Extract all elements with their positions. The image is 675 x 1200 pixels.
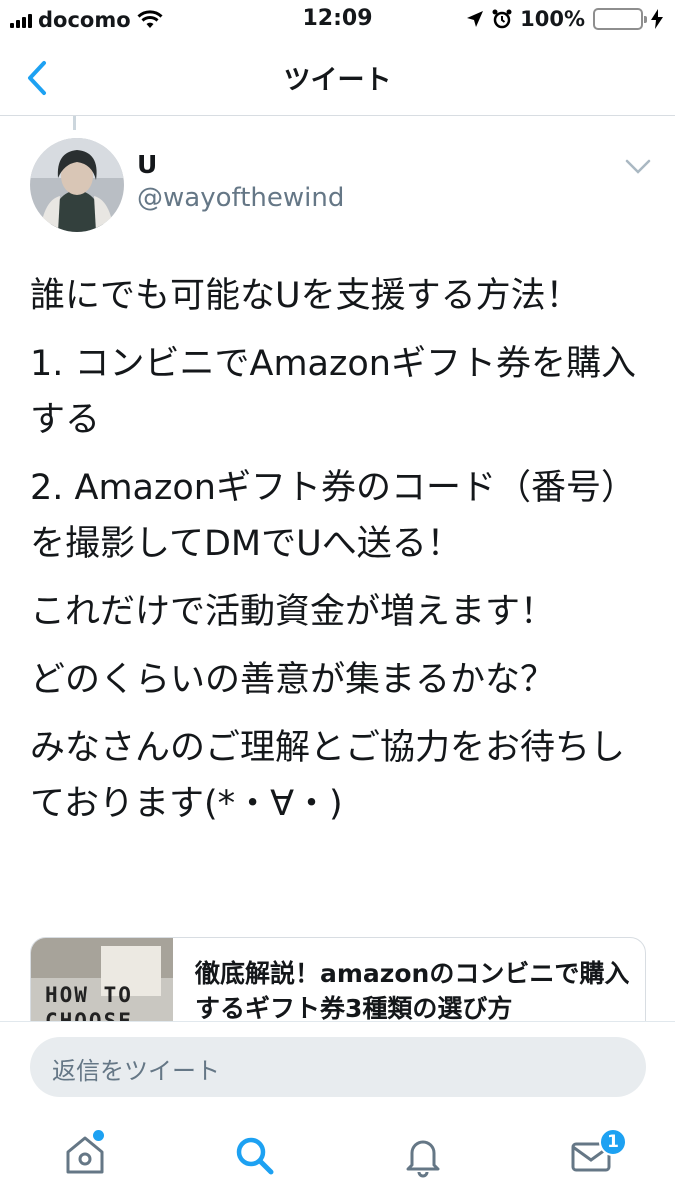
- thread-connector: [73, 116, 76, 130]
- battery-percent: 100%: [520, 7, 585, 31]
- charging-icon: [651, 9, 663, 29]
- avatar[interactable]: [30, 138, 124, 232]
- search-icon[interactable]: [231, 1132, 277, 1178]
- messages-badge: 1: [599, 1128, 627, 1156]
- page-title: ツイート: [283, 65, 392, 96]
- status-right: 100%: [466, 7, 663, 31]
- tab-bar: 1: [0, 1122, 675, 1200]
- author-handle[interactable]: @wayofthewind: [137, 183, 344, 213]
- tweet-text: 誰にでも可能なUを支援する方法！ 1. コンビニでAmazonギフト券を購入する…: [30, 268, 650, 844]
- location-icon: [467, 11, 484, 27]
- tweet-line: 誰にでも可能なUを支援する方法！: [30, 276, 581, 316]
- status-bar: docomo 12:09 100%: [0, 0, 675, 40]
- tweet-line: どのくらいの善意が集まるかな？: [30, 660, 556, 700]
- tweet-line: これだけで活動資金が増えます！: [30, 592, 556, 632]
- card-title: 徹底解説！amazonのコンビニで購入するギフト券3種類の選び方: [195, 959, 630, 1023]
- home-notification-dot: [93, 1130, 104, 1141]
- navigation-bar: ツイート: [0, 40, 675, 116]
- bottom-bar: 返信をツイート 1: [0, 1021, 675, 1200]
- tweet-line: みなさんのご理解とご協力をお待ちしております(*・∀・): [30, 728, 626, 824]
- author-name[interactable]: U: [137, 150, 157, 179]
- tweet-line: 2. Amazonギフト券のコード（番号）を撮影してDMでUへ送る！: [30, 468, 636, 564]
- reply-placeholder: 返信をツイート: [52, 1057, 220, 1085]
- reply-input[interactable]: 返信をツイート: [30, 1037, 646, 1097]
- alarm-icon: [492, 9, 512, 29]
- chevron-down-icon[interactable]: [624, 158, 652, 176]
- battery-icon: [593, 8, 647, 30]
- tweet-line: 1. コンビニでAmazonギフト券を購入する: [30, 344, 636, 440]
- bell-icon[interactable]: [400, 1132, 446, 1178]
